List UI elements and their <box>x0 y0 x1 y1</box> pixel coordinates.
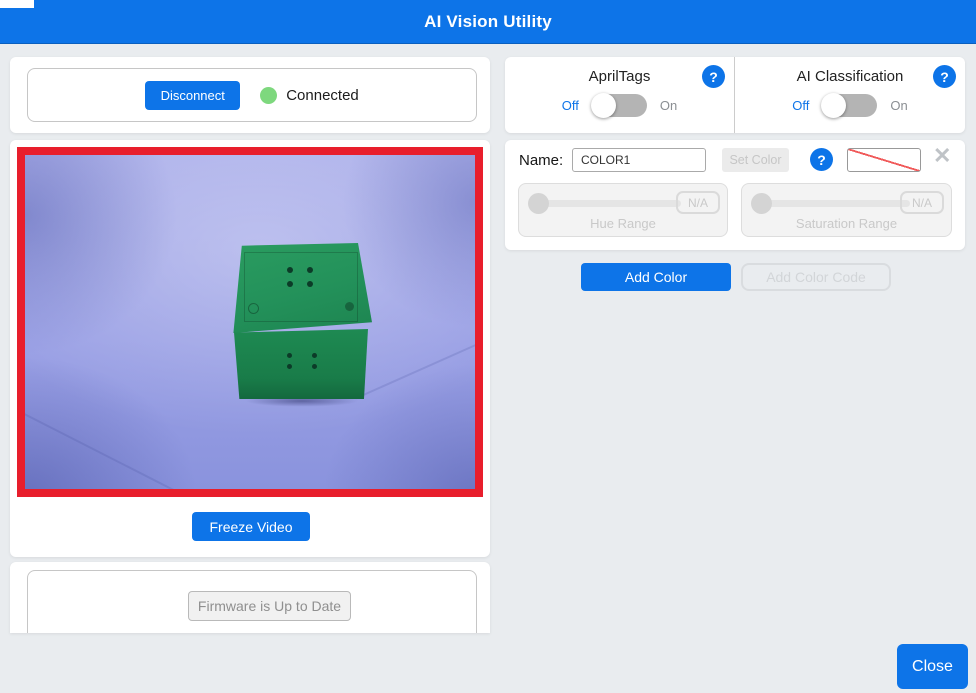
firmware-panel: Firmware is Up to Date Version: 1.0.0.b1… <box>27 570 477 633</box>
color-name-label: Name: <box>519 152 564 169</box>
connection-card: Disconnect Connected <box>10 57 490 133</box>
ai-classification-toggle-knob <box>821 93 847 118</box>
connected-dot-icon <box>260 86 278 104</box>
title-bar: AI Vision Utility <box>0 0 976 44</box>
apriltags-label: AprilTags <box>588 68 651 85</box>
connection-status-panel: Disconnect Connected <box>27 68 477 122</box>
cube-front-face <box>234 329 368 399</box>
add-color-button[interactable]: Add Color <box>581 263 731 291</box>
hue-range-value: N/A <box>676 191 720 214</box>
apriltags-help-icon[interactable]: ? <box>702 65 725 88</box>
features-card: AprilTags ? Off On AI Classification ? O… <box>505 57 965 133</box>
camera-feed <box>25 155 475 489</box>
ai-classification-off-label: Off <box>792 98 810 113</box>
cube-top-dots <box>287 267 293 273</box>
firmware-version-label: Version: 1.0.0.b16 <box>28 631 490 633</box>
color-swatch <box>847 148 921 172</box>
color-name-input[interactable] <box>572 148 706 172</box>
saturation-range-value: N/A <box>900 191 944 214</box>
hue-range-track <box>531 200 681 207</box>
saturation-range-slider[interactable] <box>751 193 772 214</box>
hue-range-group: N/A Hue Range <box>518 183 728 237</box>
saturation-range-group: N/A Saturation Range <box>741 183 952 237</box>
apriltags-on-label: On <box>659 98 678 113</box>
close-button[interactable]: Close <box>897 644 968 689</box>
video-detection-frame <box>17 147 483 497</box>
app-title: AI Vision Utility <box>424 11 552 31</box>
firmware-status-button[interactable]: Firmware is Up to Date <box>188 591 351 621</box>
window-corner <box>0 0 34 8</box>
ai-classification-section: AI Classification ? Off On <box>735 57 965 133</box>
cube-screws <box>248 303 259 314</box>
hue-range-label: Hue Range <box>590 216 656 231</box>
disconnect-button[interactable]: Disconnect <box>145 80 241 110</box>
cube-front-dots <box>287 353 292 358</box>
freeze-video-button[interactable]: Freeze Video <box>192 512 310 541</box>
tent-fold-line <box>355 336 475 400</box>
ai-classification-help-icon[interactable]: ? <box>933 65 956 88</box>
set-color-help-icon[interactable]: ? <box>810 148 833 171</box>
add-color-code-button[interactable]: Add Color Code <box>741 263 891 291</box>
connection-status-label: Connected <box>286 86 359 104</box>
apriltags-off-label: Off <box>561 98 579 113</box>
apriltags-section: AprilTags ? Off On <box>505 57 735 133</box>
apriltags-toggle-knob <box>590 93 616 118</box>
hue-range-slider[interactable] <box>528 193 549 214</box>
ai-classification-toggle[interactable] <box>821 93 878 118</box>
ai-classification-toggle-row: Off On <box>792 93 908 118</box>
ai-classification-on-label: On <box>890 98 908 113</box>
saturation-range-track <box>754 200 910 207</box>
video-card: Freeze Video <box>10 140 490 557</box>
connection-status: Connected <box>260 86 359 104</box>
saturation-range-label: Saturation Range <box>795 216 898 231</box>
set-color-button[interactable]: Set Color <box>722 148 789 172</box>
firmware-card: Firmware is Up to Date Version: 1.0.0.b1… <box>10 562 490 633</box>
remove-color-icon[interactable]: ✕ <box>933 145 951 167</box>
ai-classification-label: AI Classification <box>796 68 904 85</box>
apriltags-toggle[interactable] <box>590 93 647 118</box>
tent-fold-line <box>25 403 185 489</box>
apriltags-toggle-row: Off On <box>561 93 678 118</box>
color-config-card: Name: Set Color ? ✕ N/A Hue Range N/A Sa… <box>505 140 965 250</box>
cube-top-panel <box>244 252 358 322</box>
green-cube <box>224 243 380 409</box>
